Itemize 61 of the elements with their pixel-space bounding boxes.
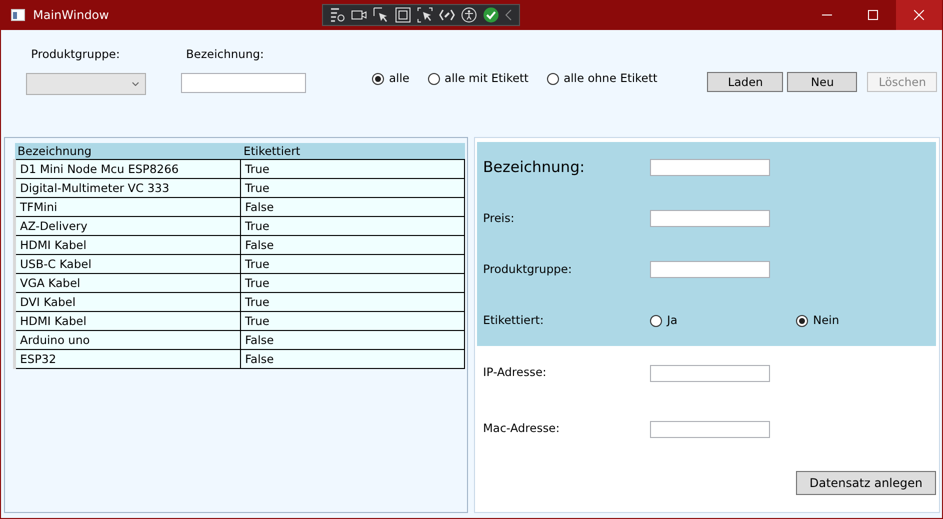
radio-option[interactable]: alle ohne Etikett xyxy=(546,70,658,88)
close-icon xyxy=(914,10,924,20)
check-icon[interactable] xyxy=(483,7,500,23)
action-button[interactable]: Laden xyxy=(707,72,784,92)
accessibility-icon[interactable] xyxy=(461,7,478,23)
tree-icon[interactable] xyxy=(329,7,346,23)
app-icon xyxy=(11,9,25,21)
field-label: Bezeichnung: xyxy=(483,157,586,178)
text-input[interactable] xyxy=(650,159,770,176)
table-cell: AZ-Delivery xyxy=(14,216,240,235)
column-header[interactable]: Bezeichnung xyxy=(14,143,240,159)
table-cell: True xyxy=(240,216,464,235)
table-cell: USB-C Kabel xyxy=(14,254,240,273)
table-cell: False xyxy=(240,349,464,368)
table-cell: False xyxy=(240,330,464,349)
field-label: Produktgruppe: xyxy=(30,46,121,63)
radio-option[interactable]: Ja xyxy=(650,312,796,330)
select-area-icon[interactable] xyxy=(417,7,434,23)
field-label: Mac-Adresse: xyxy=(483,420,561,438)
camera-icon[interactable] xyxy=(351,9,368,21)
name-input[interactable] xyxy=(181,73,306,94)
table-cell: HDMI Kabel xyxy=(14,235,240,254)
field-label: Etikettiert: xyxy=(483,312,545,329)
text-input[interactable] xyxy=(650,261,770,278)
window-title: MainWindow xyxy=(33,7,109,24)
table-cell: True xyxy=(240,178,464,197)
table-cell: DVI Kabel xyxy=(14,292,240,311)
table-cell: False xyxy=(240,197,464,216)
table-cell: True xyxy=(240,292,464,311)
create-record-button[interactable]: Datensatz anlegen xyxy=(796,471,936,495)
maximize-icon xyxy=(868,10,878,20)
cursor-select-icon[interactable] xyxy=(373,7,390,23)
collapse-icon[interactable] xyxy=(505,9,514,21)
field-label: Bezeichnung: xyxy=(185,46,265,63)
table-cell: Digital-Multimeter VC 333 xyxy=(14,178,240,197)
column-header[interactable]: Etikettiert xyxy=(240,143,464,159)
action-button[interactable]: Neu xyxy=(787,72,858,92)
text-input[interactable] xyxy=(650,210,770,227)
frame-icon[interactable] xyxy=(395,7,412,23)
table-cell: TFMini xyxy=(14,197,240,216)
table-cell: HDMI Kabel xyxy=(14,311,240,330)
radio-option[interactable]: alle mit Etikett xyxy=(428,70,529,88)
close-button[interactable] xyxy=(896,0,942,30)
field-label: Produktgruppe: xyxy=(483,260,573,278)
binding-icon[interactable] xyxy=(439,7,456,23)
table-cell: True xyxy=(240,159,464,178)
caret-icon xyxy=(132,82,139,86)
table-cell: True xyxy=(240,254,464,273)
table-cell: False xyxy=(240,235,464,254)
radio-option[interactable]: Nein xyxy=(796,312,840,330)
text-input[interactable] xyxy=(650,364,770,382)
table-cell: D1 Mini Node Mcu ESP8266 xyxy=(14,159,240,178)
table-cell: True xyxy=(240,273,464,292)
table-cell: VGA Kabel xyxy=(14,273,240,292)
table-cell: Arduino uno xyxy=(14,330,240,349)
field-label: IP-Adresse: xyxy=(483,364,548,382)
table-cell: ESP32 xyxy=(14,349,240,368)
text-input[interactable] xyxy=(650,420,770,438)
field-label: Preis: xyxy=(483,210,516,227)
table-cell: True xyxy=(240,311,464,330)
radio-option[interactable]: alle xyxy=(372,70,410,88)
